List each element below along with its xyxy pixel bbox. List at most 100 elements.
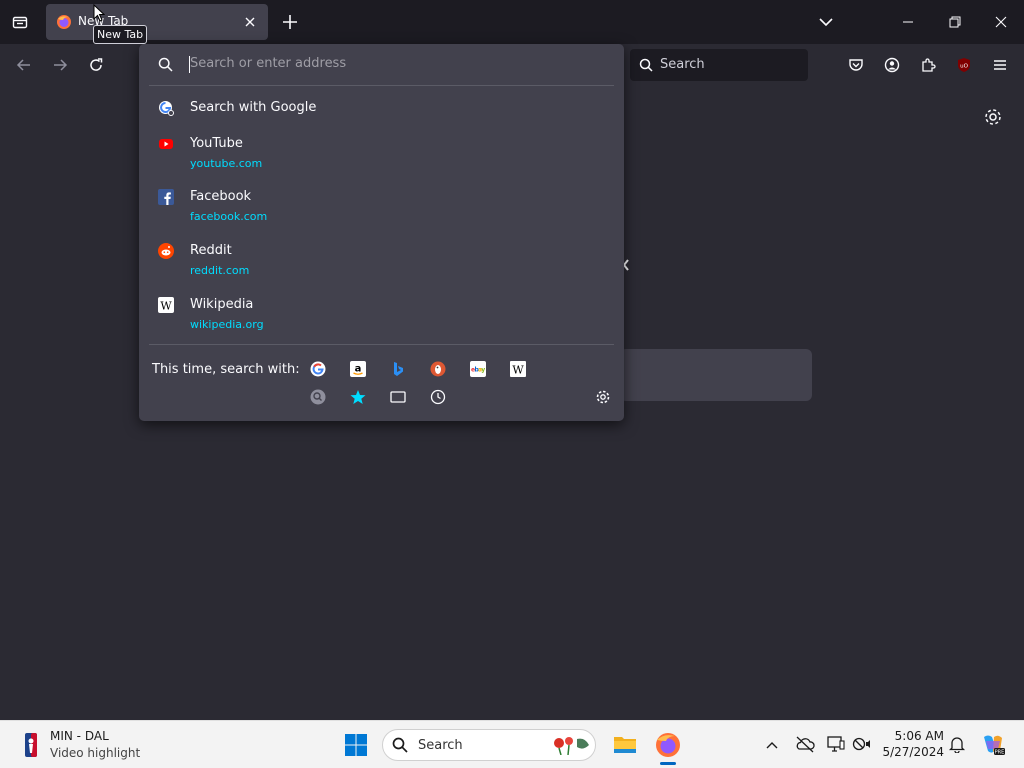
account-icon — [884, 57, 900, 73]
one-off-wikipedia-button[interactable]: W — [509, 360, 527, 378]
clock-time[interactable]: 5:06 AM — [880, 729, 944, 743]
facebook-icon — [158, 189, 174, 205]
duckduckgo-icon — [430, 361, 446, 377]
taskbar-search-placeholder: Search — [418, 738, 463, 753]
clock-date[interactable]: 5/27/2024 — [880, 745, 944, 759]
reload-icon — [90, 58, 103, 71]
one-off-ebay-button[interactable]: e b a y — [469, 360, 487, 378]
taskbar-search-box[interactable]: Search — [382, 729, 596, 761]
pocket-icon — [849, 59, 863, 71]
show-hidden-icons-chevron-icon[interactable] — [764, 737, 780, 753]
tab-tooltip: New Tab — [93, 25, 148, 44]
tab-strip: New Tab — [0, 0, 1024, 44]
result-title: YouTube — [190, 136, 243, 151]
forward-button[interactable] — [46, 51, 74, 79]
close-window-icon[interactable] — [990, 12, 1012, 32]
back-arrow-icon — [16, 59, 30, 71]
windows-taskbar: MIN - DAL Video highlight Search 5:06 AM… — [0, 720, 1024, 768]
google-search-icon — [159, 101, 174, 116]
restore-icon[interactable] — [944, 12, 966, 32]
result-search-with-google[interactable]: Search with Google — [139, 96, 624, 120]
firefox-icon — [57, 15, 71, 29]
address-input[interactable]: Search or enter address — [190, 56, 346, 71]
one-off-bing-button[interactable] — [389, 360, 407, 378]
new-tab-plus-icon[interactable] — [278, 10, 302, 34]
toolbar-search-placeholder: Search — [660, 57, 705, 72]
one-off-history-button[interactable] — [429, 388, 447, 406]
search-settings-icon — [310, 389, 326, 405]
extensions-button[interactable] — [914, 51, 942, 79]
list-all-tabs-chevron-icon[interactable] — [815, 12, 837, 32]
google-icon — [310, 361, 326, 377]
display-icon[interactable] — [826, 735, 846, 753]
result-url: wikipedia.org — [190, 318, 264, 331]
one-off-amazon-button[interactable]: a — [349, 360, 367, 378]
search-settings-button[interactable] — [594, 388, 612, 406]
one-off-google-button[interactable] — [309, 360, 327, 378]
wikipedia-icon: W — [510, 361, 526, 377]
divider — [149, 344, 614, 345]
app-menu-button[interactable] — [986, 51, 1014, 79]
account-button[interactable] — [878, 51, 906, 79]
reddit-icon — [158, 243, 174, 259]
close-tab-icon[interactable] — [242, 14, 258, 30]
firefox-view-button[interactable] — [6, 8, 34, 36]
firefox-taskbar-button[interactable] — [654, 731, 682, 759]
address-bar-popup: Search or enter address Search with Goog… — [139, 44, 624, 421]
one-off-duckduckgo-button[interactable] — [429, 360, 447, 378]
toolbar-search-box[interactable]: Search — [630, 49, 808, 81]
back-button[interactable] — [10, 51, 38, 79]
svg-text:a: a — [355, 364, 362, 375]
mouse-cursor-icon — [93, 4, 105, 22]
amazon-icon: a — [350, 361, 366, 377]
hamburger-menu-icon — [994, 60, 1006, 70]
notification-bell-icon[interactable] — [948, 735, 966, 753]
one-off-tabs-button[interactable] — [389, 388, 407, 406]
search-icon — [158, 57, 173, 72]
result-reddit[interactable]: Reddit reddit.com — [139, 239, 624, 283]
file-explorer-button[interactable] — [612, 731, 638, 757]
search-icon — [639, 58, 653, 72]
copilot-icon[interactable]: PRE — [980, 733, 1006, 757]
result-wikipedia[interactable]: W Wikipedia wikipedia.org — [139, 293, 624, 337]
start-button[interactable] — [344, 733, 368, 757]
bing-icon — [394, 362, 403, 376]
firefox-icon — [656, 733, 680, 757]
onedrive-offline-icon[interactable] — [794, 735, 816, 753]
result-url: reddit.com — [190, 264, 250, 277]
ublock-origin-button[interactable]: uO — [950, 51, 978, 79]
search-icon — [392, 737, 408, 753]
page-search-bar[interactable] — [620, 349, 812, 401]
puzzle-piece-icon — [922, 58, 936, 72]
result-youtube[interactable]: YouTube youtube.com — [139, 132, 624, 176]
forward-arrow-icon — [54, 59, 68, 71]
tab-new-tab[interactable]: New Tab — [46, 4, 268, 40]
nba-logo-icon — [25, 733, 37, 757]
gear-icon — [596, 390, 610, 404]
search-highlight-flowers-icon — [554, 737, 589, 755]
network-volume-icon[interactable] — [852, 735, 872, 753]
page-settings-gear-icon[interactable] — [980, 104, 1006, 130]
youtube-icon — [159, 139, 173, 149]
minimize-icon[interactable] — [897, 12, 919, 32]
svg-text:PRE: PRE — [995, 750, 1005, 756]
svg-text:y: y — [481, 367, 485, 374]
svg-text:W: W — [160, 300, 172, 313]
result-title: Search with Google — [190, 100, 317, 115]
tabs-icon — [390, 391, 406, 403]
result-url: facebook.com — [190, 210, 268, 223]
news-widget-title: MIN - DAL — [50, 729, 109, 743]
divider — [149, 85, 614, 86]
one-off-bookmarks-button[interactable] — [349, 388, 367, 406]
one-off-search-engines-button[interactable] — [309, 388, 327, 406]
pocket-button[interactable] — [842, 51, 870, 79]
reload-button[interactable] — [82, 51, 110, 79]
windows-logo-icon — [345, 734, 367, 756]
result-title: Facebook — [190, 189, 252, 204]
svg-text:W: W — [512, 364, 524, 377]
news-widget-button[interactable] — [22, 733, 40, 757]
address-input-row[interactable]: Search or enter address — [139, 44, 624, 85]
folder-icon — [614, 737, 636, 753]
result-facebook[interactable]: Facebook facebook.com — [139, 185, 624, 229]
one-off-search-label: This time, search with: — [152, 362, 300, 377]
